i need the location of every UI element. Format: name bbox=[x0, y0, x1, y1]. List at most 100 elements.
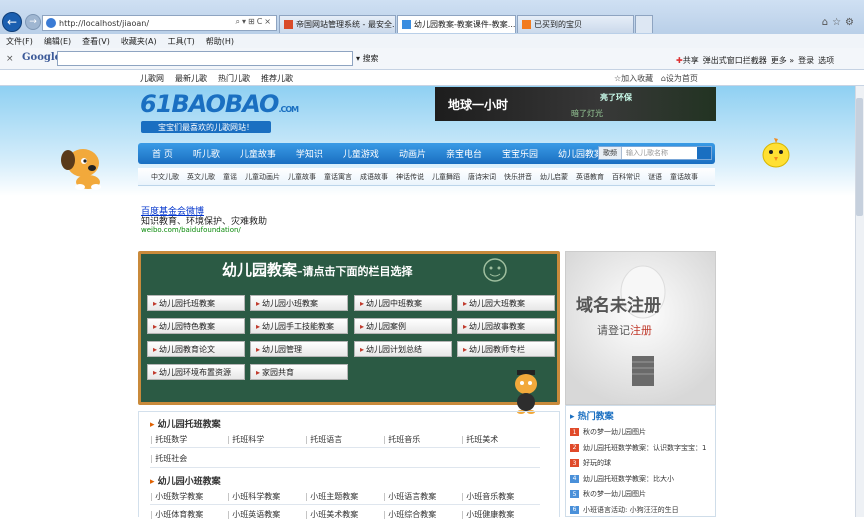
star-icon[interactable]: ☆ bbox=[832, 17, 845, 28]
list-link[interactable]: 小班美术教案 bbox=[305, 509, 358, 520]
hot-item[interactable]: 3 好玩的球 bbox=[570, 458, 611, 468]
nav-songs[interactable]: 听儿歌 bbox=[193, 147, 220, 160]
subnav-item[interactable]: 中文儿歌 bbox=[151, 172, 179, 182]
subnav-item[interactable]: 幼儿启蒙 bbox=[540, 172, 568, 182]
site-search-input[interactable]: 输入儿歌名称 bbox=[622, 148, 668, 158]
google-search-button[interactable]: ▾ 搜索 bbox=[356, 53, 379, 64]
gear-icon[interactable]: ⚙ bbox=[845, 17, 858, 28]
home-icon[interactable]: ⌂ bbox=[822, 17, 832, 28]
top-link[interactable]: 推荐儿歌 bbox=[261, 73, 293, 84]
board-btn-tuoban[interactable]: 幼儿园托班教案 bbox=[147, 295, 245, 311]
address-controls[interactable]: ⌕▾⊞C× bbox=[236, 17, 274, 27]
options-button[interactable]: 选项 bbox=[818, 55, 834, 66]
subnav-item[interactable]: 神话传说 bbox=[396, 172, 424, 182]
list-link[interactable]: 小班综合教案 bbox=[383, 509, 436, 520]
section-title-tuoban[interactable]: 幼儿园托班教案 bbox=[150, 417, 221, 430]
hot-item[interactable]: 2 幼儿园托班数学教案：认识数字宝宝：1 bbox=[570, 443, 706, 453]
list-link[interactable]: 托班音乐 bbox=[383, 434, 420, 445]
list-link[interactable]: 托班数学 bbox=[150, 434, 187, 445]
board-btn-huanjing[interactable]: 幼儿园环境布置资源 bbox=[147, 364, 245, 380]
board-btn-gushi[interactable]: 幼儿园故事教案 bbox=[457, 318, 555, 334]
site-search-button[interactable] bbox=[697, 147, 711, 159]
google-search-input[interactable] bbox=[57, 51, 353, 66]
nav-cartoons[interactable]: 动画片 bbox=[399, 147, 426, 160]
list-link[interactable]: 小班英语教案 bbox=[227, 509, 280, 520]
nav-knowledge[interactable]: 学知识 bbox=[296, 147, 323, 160]
board-btn-jiaoshi[interactable]: 幼儿园教师专栏 bbox=[457, 341, 555, 357]
close-toolbar-icon[interactable]: × bbox=[6, 54, 14, 64]
subnav-item[interactable]: 儿童动画片 bbox=[245, 172, 280, 182]
subnav-item[interactable]: 百科常识 bbox=[612, 172, 640, 182]
board-btn-anli[interactable]: 幼儿园案例 bbox=[354, 318, 452, 334]
hot-item[interactable]: 1 秋の梦一幼儿园图片 bbox=[570, 427, 646, 437]
menu-edit[interactable]: 编辑(E) bbox=[44, 36, 71, 47]
menu-view[interactable]: 查看(V) bbox=[82, 36, 110, 47]
site-logo[interactable]: 61BAOBAO.COM bbox=[140, 90, 299, 118]
subnav-item[interactable]: 儿童舞蹈 bbox=[432, 172, 460, 182]
tab-taobao-orders[interactable]: 已买到的宝贝 bbox=[517, 15, 634, 33]
nav-paradise[interactable]: 宝宝乐园 bbox=[502, 147, 538, 160]
forward-button[interactable]: → bbox=[25, 14, 41, 30]
nav-stories[interactable]: 儿童故事 bbox=[240, 147, 276, 160]
new-tab-button[interactable] bbox=[635, 15, 653, 33]
board-btn-lunwen[interactable]: 幼儿园教育论文 bbox=[147, 341, 245, 357]
top-link[interactable]: 最新儿歌 bbox=[175, 73, 207, 84]
add-favorite-link[interactable]: ☆加入收藏 bbox=[614, 74, 653, 83]
board-btn-zhongban[interactable]: 幼儿园中班教案 bbox=[354, 295, 452, 311]
board-btn-jiayuan[interactable]: 家园共育 bbox=[250, 364, 348, 380]
menu-favorites[interactable]: 收藏夹(A) bbox=[121, 36, 157, 47]
address-bar[interactable]: http://localhost/jiaoan/ ⌕▾⊞C× bbox=[42, 15, 277, 31]
list-link[interactable]: 小班主题教案 bbox=[305, 491, 358, 502]
list-link[interactable]: 小班体育教案 bbox=[150, 509, 203, 520]
hot-item[interactable]: 4 幼儿园托班数学教案：比大小 bbox=[570, 474, 674, 484]
list-link[interactable]: 小班科学教案 bbox=[227, 491, 280, 502]
list-link[interactable]: 托班科学 bbox=[227, 434, 264, 445]
board-btn-daban[interactable]: 幼儿园大班教案 bbox=[457, 295, 555, 311]
earth-hour-ad[interactable]: 地球一小时 亮了环保 暗了灯光 bbox=[435, 87, 716, 121]
board-btn-shougong[interactable]: 幼儿园手工技能教案 bbox=[250, 318, 348, 334]
board-btn-tese[interactable]: 幼儿园特色教案 bbox=[147, 318, 245, 334]
nav-radio[interactable]: 亲宝电台 bbox=[446, 147, 482, 160]
subnav-item[interactable]: 快乐拼音 bbox=[504, 172, 532, 182]
board-btn-guanli[interactable]: 幼儿园管理 bbox=[250, 341, 348, 357]
subnav-item[interactable]: 唐诗宋词 bbox=[468, 172, 496, 182]
tab-kindergarten-jiaoan[interactable]: 幼儿园教案-教案课件-教案... × bbox=[397, 15, 516, 33]
list-link[interactable]: 托班美术 bbox=[461, 434, 498, 445]
search-category-select[interactable]: 歌频 bbox=[599, 147, 622, 159]
tab-empire-cms[interactable]: 帝国网站管理系统 - 最安全... bbox=[279, 15, 396, 33]
subnav-item[interactable]: 儿童故事 bbox=[288, 172, 316, 182]
list-link[interactable]: 小班健康教案 bbox=[461, 509, 514, 520]
section-title-xiaoban[interactable]: 幼儿园小班教案 bbox=[150, 474, 221, 487]
nav-home[interactable]: 首 页 bbox=[152, 147, 173, 160]
list-link[interactable]: 小班音乐教案 bbox=[461, 491, 514, 502]
list-link[interactable]: 托班社会 bbox=[150, 453, 187, 464]
menu-file[interactable]: 文件(F) bbox=[6, 36, 33, 47]
subnav-item[interactable]: 谜语 bbox=[648, 172, 662, 182]
hot-item[interactable]: 5 秋の梦一幼儿园图片 bbox=[570, 489, 646, 499]
back-button[interactable]: ← bbox=[2, 12, 22, 32]
nav-jiaoan[interactable]: 幼儿园教案 bbox=[558, 147, 603, 160]
scrollbar-thumb[interactable] bbox=[856, 98, 863, 216]
top-link[interactable]: 儿歌网 bbox=[140, 73, 164, 84]
hot-item[interactable]: 6 小班语言活动: 小狗汪汪的生日 bbox=[570, 505, 679, 515]
board-btn-jihua[interactable]: 幼儿园计划总结 bbox=[354, 341, 452, 357]
popup-blocker-button[interactable]: 弹出式窗口拦截器 bbox=[703, 55, 767, 66]
board-btn-xiaoban[interactable]: 幼儿园小班教案 bbox=[250, 295, 348, 311]
subnav-item[interactable]: 童谣 bbox=[223, 172, 237, 182]
top-link[interactable]: 热门儿歌 bbox=[218, 73, 250, 84]
menu-tools[interactable]: 工具(T) bbox=[168, 36, 195, 47]
subnav-item[interactable]: 童话故事 bbox=[670, 172, 698, 182]
set-home-link[interactable]: ⌂设为首页 bbox=[661, 74, 698, 83]
menu-help[interactable]: 帮助(H) bbox=[206, 36, 234, 47]
share-button[interactable]: ✚共享 bbox=[676, 55, 699, 66]
browser-actions[interactable]: ⌂☆⚙ bbox=[822, 17, 858, 28]
list-link[interactable]: 小班数学教案 bbox=[150, 491, 203, 502]
login-button[interactable]: 登录 bbox=[798, 55, 814, 66]
baidu-ad-url[interactable]: weibo.com/baidufoundation/ bbox=[141, 226, 241, 234]
subnav-item[interactable]: 英文儿歌 bbox=[187, 172, 215, 182]
close-tab-icon[interactable]: × bbox=[515, 20, 516, 29]
subnav-item[interactable]: 英语教育 bbox=[576, 172, 604, 182]
subnav-item[interactable]: 童话寓言 bbox=[324, 172, 352, 182]
subnav-item[interactable]: 成语故事 bbox=[360, 172, 388, 182]
more-button[interactable]: 更多 » bbox=[771, 55, 794, 66]
